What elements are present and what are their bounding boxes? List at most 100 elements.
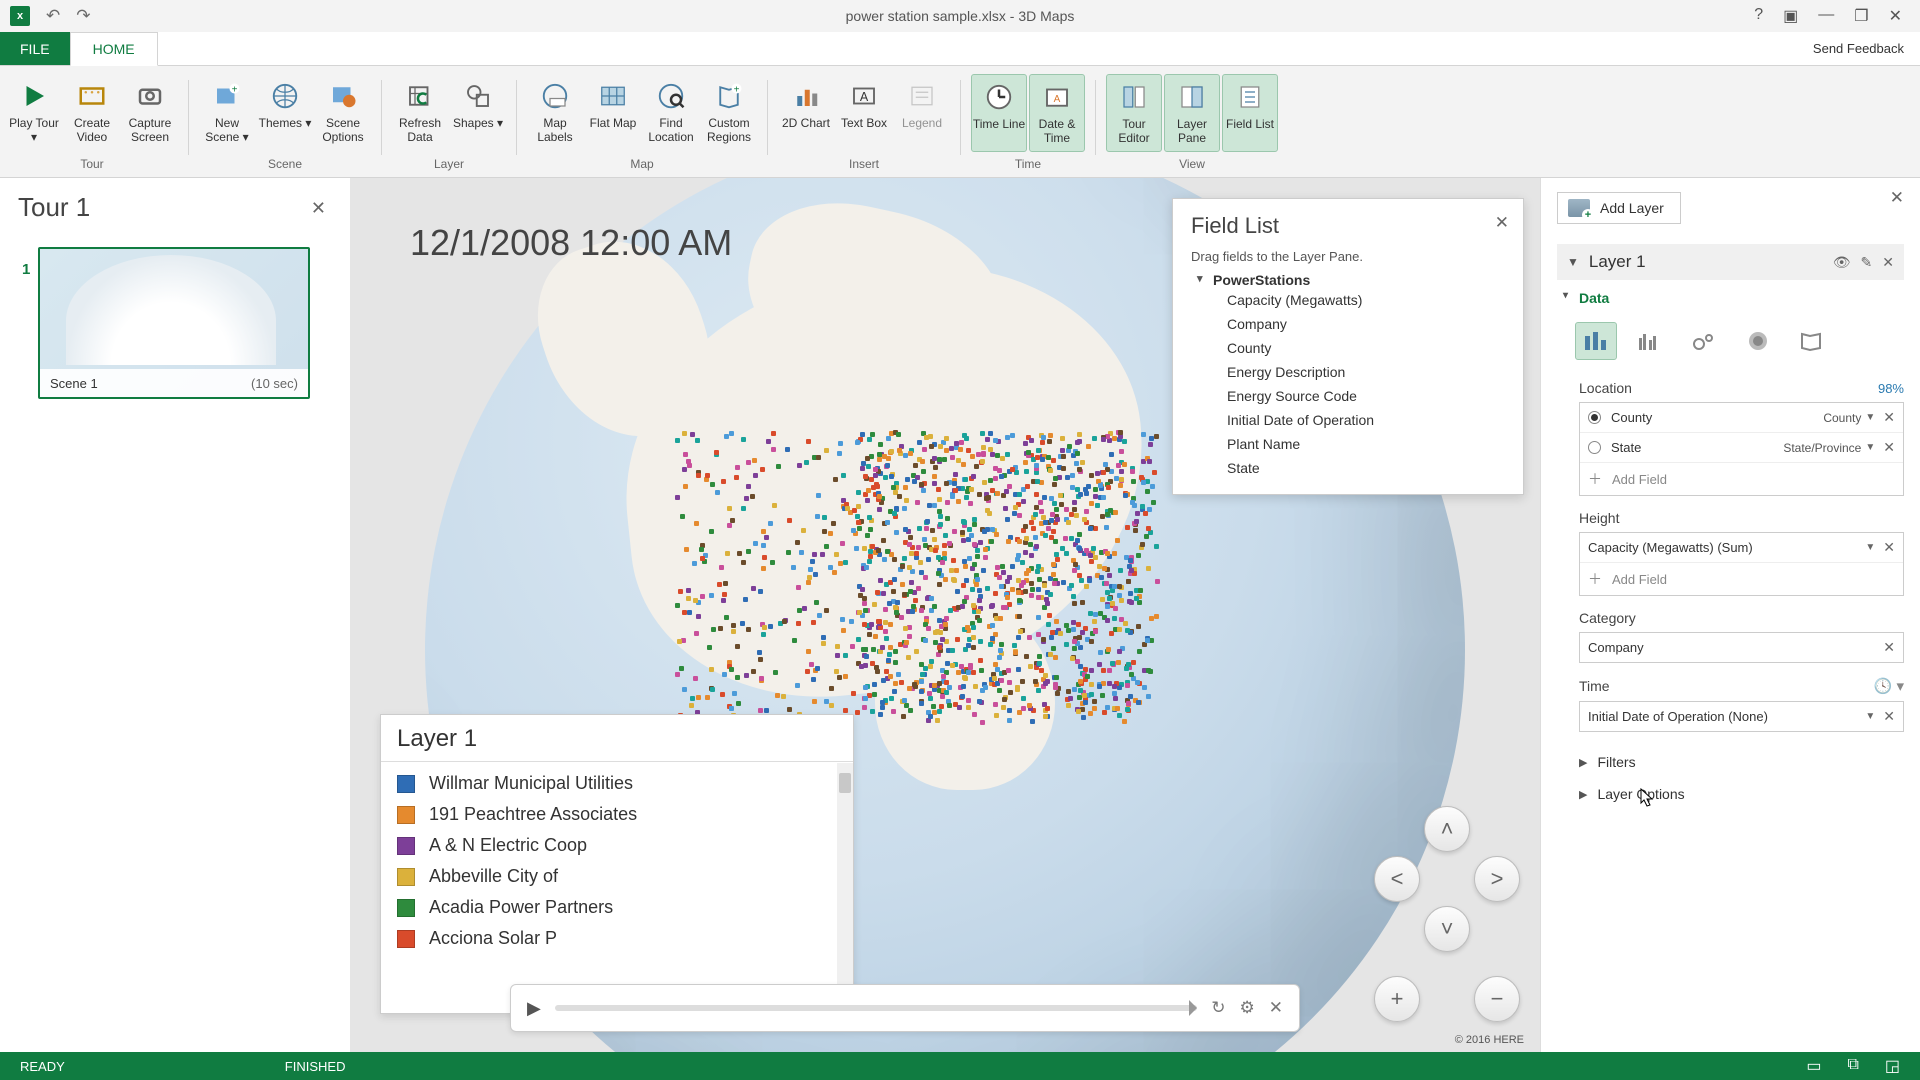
help-icon[interactable]: ? bbox=[1754, 6, 1763, 26]
location-percentage[interactable]: 98% bbox=[1878, 381, 1904, 396]
status-view-icon[interactable]: ⧉ bbox=[1847, 1056, 1858, 1076]
2d-chart-button[interactable]: 2D Chart bbox=[778, 74, 834, 152]
legend-button[interactable]: Legend bbox=[894, 74, 950, 152]
map-labels-button[interactable]: Map Labels bbox=[527, 74, 583, 152]
clock-icon[interactable]: 🕓 ▾ bbox=[1874, 677, 1904, 695]
new-scene-button[interactable]: +New Scene ▾ bbox=[199, 74, 255, 152]
play-tour-button[interactable]: Play Tour ▾ bbox=[6, 74, 62, 152]
field-list-item[interactable]: Company bbox=[1191, 312, 1505, 336]
capture-screen-button[interactable]: Capture Screen bbox=[122, 74, 178, 152]
remove-field-icon[interactable]: ✕ bbox=[1883, 539, 1895, 556]
map-viewport[interactable]: 12/1/2008 12:00 AM Field List ✕ Drag fie… bbox=[350, 178, 1540, 1052]
field-list-table-name[interactable]: PowerStations bbox=[1191, 272, 1505, 288]
flat-map-button[interactable]: Flat Map bbox=[585, 74, 641, 152]
field-list-button[interactable]: Field List bbox=[1222, 74, 1278, 152]
dropdown-icon[interactable]: ▼ bbox=[1865, 412, 1875, 423]
send-feedback-link[interactable]: Send Feedback bbox=[1797, 32, 1920, 65]
remove-field-icon[interactable]: ✕ bbox=[1883, 409, 1895, 426]
layer-options-section[interactable]: ▶ Layer Options bbox=[1579, 778, 1904, 810]
layer-pane-button[interactable]: Layer Pane bbox=[1164, 74, 1220, 152]
remove-field-icon[interactable]: ✕ bbox=[1883, 708, 1895, 725]
field-list-item[interactable]: Plant Name bbox=[1191, 432, 1505, 456]
timeline-play-icon[interactable]: ▶ bbox=[527, 998, 541, 1019]
zoom-in-icon[interactable]: + bbox=[1374, 976, 1420, 1022]
legend-panel[interactable]: Layer 1 Willmar Municipal Utilities191 P… bbox=[380, 714, 854, 1014]
field-list-item[interactable]: Energy Description bbox=[1191, 360, 1505, 384]
nav-right-icon[interactable]: ˃ bbox=[1474, 856, 1520, 902]
chevron-right-icon: ▶ bbox=[1579, 756, 1587, 769]
time-field[interactable]: Initial Date of Operation (None) ▼ ✕ bbox=[1580, 702, 1903, 731]
add-height-field[interactable]: ＋ Add Field bbox=[1580, 563, 1903, 595]
tour-pane-close-icon[interactable]: ✕ bbox=[311, 198, 326, 219]
close-window-icon[interactable]: ✕ bbox=[1889, 6, 1902, 26]
date-time-button[interactable]: ADate & Time bbox=[1029, 74, 1085, 152]
field-list-item[interactable]: County bbox=[1191, 336, 1505, 360]
radio-icon[interactable] bbox=[1588, 441, 1601, 454]
field-list-item[interactable]: State bbox=[1191, 456, 1505, 480]
legend-item: Willmar Municipal Utilities bbox=[395, 768, 839, 799]
legend-swatch bbox=[397, 837, 415, 855]
status-view-icon[interactable]: ◲ bbox=[1885, 1056, 1900, 1076]
redo-button[interactable]: ↷ bbox=[76, 6, 90, 26]
tab-home[interactable]: HOME bbox=[70, 32, 158, 66]
ribbon-options-icon[interactable]: ▣ bbox=[1783, 6, 1798, 26]
time-line-button[interactable]: Time Line bbox=[971, 74, 1027, 152]
field-list-item[interactable]: Initial Date of Operation bbox=[1191, 408, 1505, 432]
timeline-close-icon[interactable]: ✕ bbox=[1269, 998, 1283, 1018]
legend-swatch bbox=[397, 775, 415, 793]
field-list-item[interactable]: Capacity (Megawatts) bbox=[1191, 288, 1505, 312]
scene-options-button[interactable]: Scene Options bbox=[315, 74, 371, 152]
status-view-icon[interactable]: ▭ bbox=[1806, 1056, 1821, 1076]
rename-icon[interactable]: ✎ bbox=[1861, 254, 1873, 271]
legend-scrollbar[interactable] bbox=[837, 763, 853, 1013]
radio-checked-icon[interactable] bbox=[1588, 411, 1601, 424]
visibility-icon[interactable]: 👁 bbox=[1833, 254, 1851, 271]
custom-regions-button[interactable]: +Custom Regions bbox=[701, 74, 757, 152]
dropdown-icon[interactable]: ▼ bbox=[1865, 442, 1875, 453]
undo-button[interactable]: ↶ bbox=[46, 6, 60, 26]
nav-up-icon[interactable]: ˄ bbox=[1424, 806, 1470, 852]
minimize-icon[interactable]: — bbox=[1818, 6, 1834, 26]
location-field-state[interactable]: State State/Province ▼ ✕ bbox=[1580, 433, 1903, 463]
layer-header[interactable]: ▼ Layer 1 👁 ✎ ✕ bbox=[1557, 244, 1904, 280]
themes-button[interactable]: Themes ▾ bbox=[257, 74, 313, 152]
shapes-button[interactable]: Shapes ▾ bbox=[450, 74, 506, 152]
dropdown-icon[interactable]: ▼ bbox=[1865, 711, 1875, 722]
viz-bubble[interactable] bbox=[1683, 322, 1725, 360]
add-location-field[interactable]: ＋ Add Field bbox=[1580, 463, 1903, 495]
text-box-button[interactable]: AText Box bbox=[836, 74, 892, 152]
nav-left-icon[interactable]: ˂ bbox=[1374, 856, 1420, 902]
category-field[interactable]: Company ✕ bbox=[1580, 633, 1903, 662]
layer-pane-close-icon[interactable]: ✕ bbox=[1890, 188, 1904, 208]
add-layer-button[interactable]: Add Layer bbox=[1557, 192, 1681, 224]
viz-region[interactable] bbox=[1791, 322, 1833, 360]
maximize-icon[interactable]: ❐ bbox=[1854, 6, 1868, 26]
layer-name: Layer 1 bbox=[1589, 252, 1646, 272]
viz-heatmap[interactable] bbox=[1737, 322, 1779, 360]
find-location-button[interactable]: Find Location bbox=[643, 74, 699, 152]
location-field-county[interactable]: County County ▼ ✕ bbox=[1580, 403, 1903, 433]
viz-stacked-column[interactable] bbox=[1575, 322, 1617, 360]
height-field[interactable]: Capacity (Megawatts) (Sum) ▼ ✕ bbox=[1580, 533, 1903, 563]
create-video-button[interactable]: Create Video bbox=[64, 74, 120, 152]
dropdown-icon[interactable]: ▼ bbox=[1865, 542, 1875, 553]
delete-layer-icon[interactable]: ✕ bbox=[1882, 254, 1894, 271]
viz-clustered-column[interactable] bbox=[1629, 322, 1671, 360]
tab-file[interactable]: FILE bbox=[0, 32, 70, 65]
timeline-loop-icon[interactable]: ↻ bbox=[1211, 998, 1225, 1018]
refresh-data-button[interactable]: Refresh Data bbox=[392, 74, 448, 152]
remove-field-icon[interactable]: ✕ bbox=[1883, 439, 1895, 456]
scene-thumbnail[interactable]: 1 Scene 1 (10 sec) bbox=[38, 247, 310, 399]
zoom-out-icon[interactable]: − bbox=[1474, 976, 1520, 1022]
field-list-item[interactable]: Energy Source Code bbox=[1191, 384, 1505, 408]
filters-section[interactable]: ▶ Filters bbox=[1579, 746, 1904, 778]
timeline-track[interactable] bbox=[555, 1005, 1197, 1011]
tour-editor-button[interactable]: Tour Editor bbox=[1106, 74, 1162, 152]
remove-field-icon[interactable]: ✕ bbox=[1883, 639, 1895, 656]
data-section-label[interactable]: Data bbox=[1579, 290, 1904, 306]
svg-text:A: A bbox=[1054, 94, 1061, 105]
field-list-close-icon[interactable]: ✕ bbox=[1495, 213, 1509, 233]
nav-down-icon[interactable]: ˅ bbox=[1424, 906, 1470, 952]
timeline-settings-icon[interactable]: ⚙ bbox=[1240, 998, 1255, 1018]
timestamp-overlay: 12/1/2008 12:00 AM bbox=[410, 222, 732, 264]
